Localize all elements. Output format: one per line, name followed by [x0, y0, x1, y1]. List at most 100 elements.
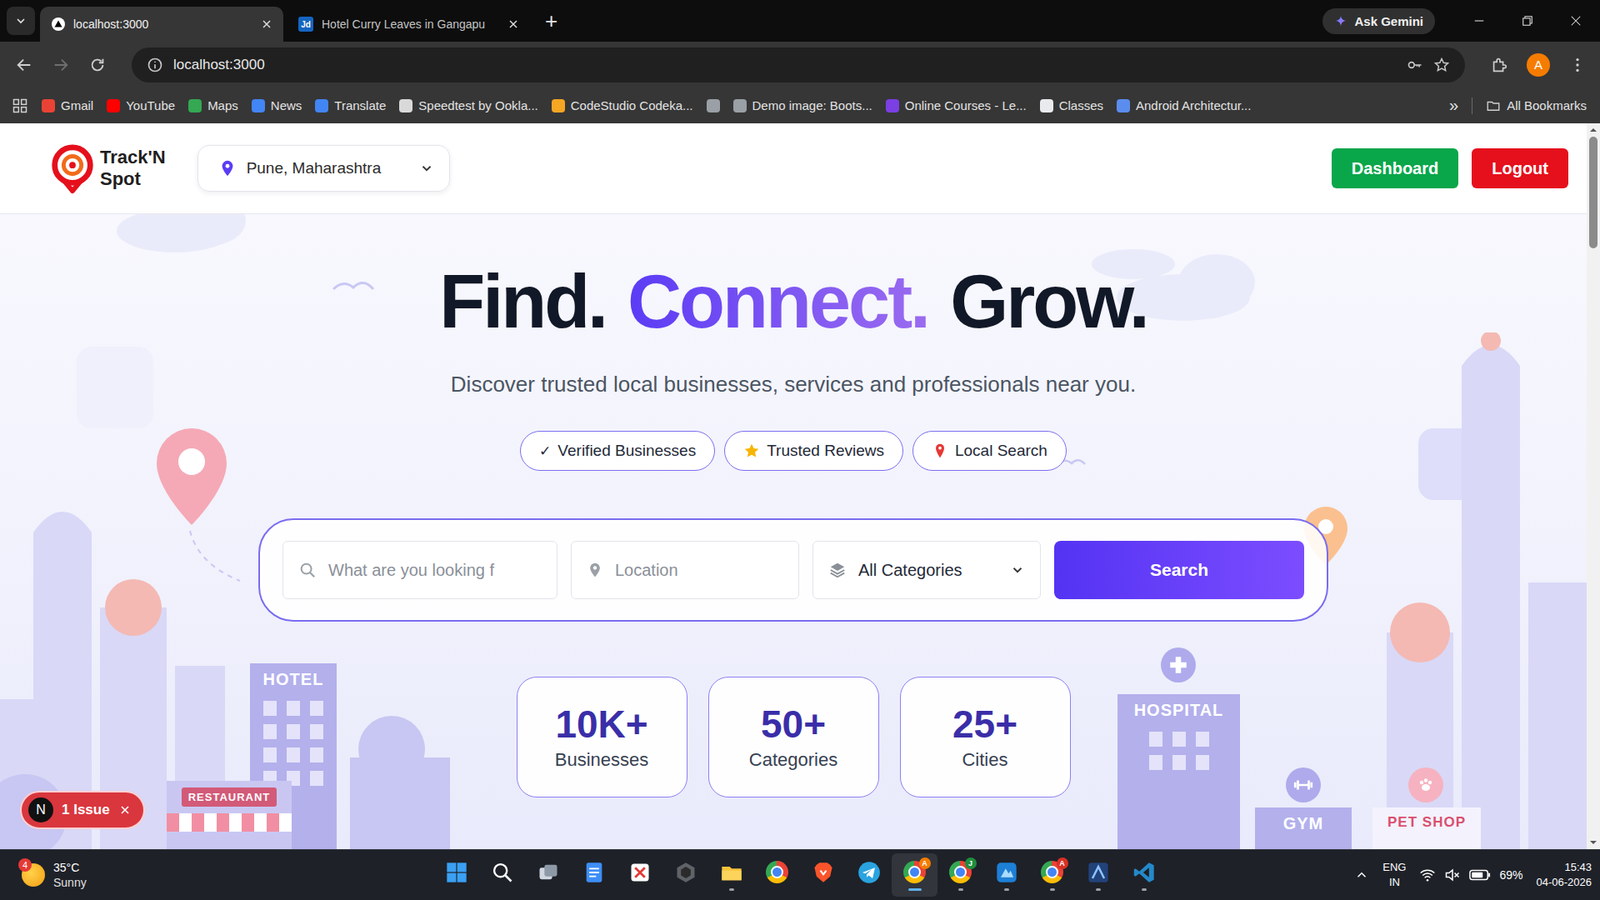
bookmark-item[interactable]: YouTube	[106, 98, 175, 113]
scroll-down-icon[interactable]	[1586, 835, 1600, 850]
app-icon	[856, 860, 882, 885]
temperature: 35°C	[53, 860, 87, 875]
close-icon[interactable]	[118, 803, 132, 817]
apps-grid-icon[interactable]	[11, 97, 29, 115]
search-query-input[interactable]: What are you looking f	[282, 540, 558, 600]
bookmark-item[interactable]: News	[251, 98, 303, 113]
taskbar-app[interactable]	[754, 853, 800, 897]
hero-section: HOTELRESTAURANTHOSPITALGYMPET SHOPFind.C…	[0, 214, 1587, 850]
close-window-button[interactable]	[1551, 0, 1600, 42]
site-info-icon[interactable]	[146, 56, 164, 74]
clock[interactable]: 15:4304-06-2026	[1536, 860, 1593, 890]
bookmark-item[interactable]: Demo image: Boots...	[733, 98, 873, 113]
forward-arrow-icon[interactable]	[51, 55, 70, 75]
taskbar-app[interactable]	[1075, 853, 1121, 897]
bookmark-favicon-icon	[399, 99, 413, 113]
profile-badge: A	[1056, 857, 1069, 870]
bookmark-favicon-icon	[315, 99, 329, 113]
taskbar-app[interactable]: A	[1029, 853, 1075, 897]
running-indicator	[729, 888, 735, 891]
blue-app-icon	[995, 860, 1019, 885]
all-bookmarks-button[interactable]: All Bookmarks	[1485, 98, 1587, 114]
title-word: Connect.	[627, 260, 929, 344]
taskbar-app[interactable]	[1120, 853, 1167, 897]
address-bar[interactable]: localhost:3000	[131, 47, 1465, 83]
category-select[interactable]: All Categories	[812, 540, 1041, 600]
chevron-up-icon[interactable]	[1354, 867, 1370, 883]
taskbar-app[interactable]	[433, 853, 480, 897]
bookmark-label: Android Architectur...	[1135, 98, 1251, 113]
weather-widget[interactable]: 435°CSunny	[0, 860, 434, 890]
brave-icon	[811, 860, 835, 885]
chip-label: Verified Businesses	[557, 441, 696, 460]
quick-settings[interactable]: 69%	[1419, 866, 1523, 884]
minimize-button[interactable]	[1455, 0, 1504, 42]
weather-text: 35°CSunny	[53, 860, 87, 890]
more-bookmarks-button[interactable]: »	[1449, 95, 1459, 115]
check-icon: ✓	[539, 442, 551, 460]
search-location-input[interactable]: Location	[570, 540, 800, 600]
ask-gemini-button[interactable]: Ask Gemini	[1322, 8, 1435, 35]
bookmark-item[interactable]: Gmail	[41, 98, 94, 113]
bookmark-star-icon[interactable]	[1433, 56, 1450, 74]
bookmark-item[interactable]: Maps	[188, 98, 239, 113]
header-button[interactable]: Dashboard	[1331, 148, 1459, 189]
taskbar-app[interactable]	[983, 853, 1030, 897]
hospital-sign: HOSPITAL	[1134, 700, 1225, 720]
close-icon[interactable]	[506, 17, 520, 31]
taskbar-app[interactable]: J	[937, 853, 984, 897]
browser-tab[interactable]: localhost:3000	[40, 6, 284, 42]
site-header: Track'NSpot Pune, Maharashtra Dashboard Log…	[0, 123, 1587, 215]
restore-button[interactable]	[1503, 0, 1552, 42]
new-tab-button[interactable]: +	[533, 10, 570, 32]
back-arrow-icon[interactable]	[15, 55, 34, 75]
search-button[interactable]: Search	[1054, 540, 1305, 600]
bookmark-item[interactable]	[706, 99, 720, 113]
close-icon[interactable]	[260, 17, 274, 31]
scroll-up-icon[interactable]	[1586, 123, 1600, 137]
taskbar-app[interactable]	[845, 853, 892, 897]
profile-avatar[interactable]: A	[1526, 53, 1550, 77]
window	[310, 724, 324, 740]
menu-dots-icon[interactable]	[1568, 55, 1587, 75]
location-selector[interactable]: Pune, Maharashtra	[197, 145, 450, 192]
language-indicator[interactable]: ENGIN	[1382, 860, 1406, 890]
taskbar-app[interactable]	[570, 853, 617, 897]
extensions-puzzle-icon[interactable]	[1490, 55, 1509, 75]
window	[286, 724, 300, 740]
browser-tab[interactable]: JdHotel Curry Leaves in Gangapu	[286, 6, 530, 42]
taskbar-app[interactable]	[479, 853, 525, 897]
taskbar-app[interactable]: A	[891, 853, 938, 897]
page-scrollbar[interactable]	[1586, 123, 1600, 850]
time: 15:43	[1564, 860, 1592, 875]
awning	[166, 813, 292, 832]
window	[263, 700, 277, 716]
logo-text: Track'NSpot	[100, 146, 166, 190]
site-logo[interactable]: Track'NSpot	[46, 142, 166, 195]
taskbar-app[interactable]	[800, 853, 846, 897]
scroll-track[interactable]	[1586, 136, 1600, 836]
dev-issues-badge[interactable]: N1 Issue	[20, 790, 145, 830]
app-icon	[627, 860, 653, 885]
star-icon	[743, 442, 760, 460]
header-button[interactable]: Logout	[1471, 148, 1569, 189]
tab-title: Hotel Curry Leaves in Gangapu	[321, 17, 499, 31]
feature-chips: ✓Verified BusinessesTrusted ReviewsLocal…	[520, 430, 1067, 471]
bookmark-item[interactable]: CodeStudio Codeka...	[551, 98, 694, 113]
bookmark-item[interactable]: Online Courses - Le...	[885, 98, 1027, 113]
bookmark-item[interactable]: Android Architectur...	[1116, 98, 1251, 113]
taskbar-app[interactable]	[525, 853, 571, 897]
chrome-icon	[765, 860, 789, 884]
tab-search-button[interactable]	[6, 6, 35, 35]
taskbar-app[interactable]	[616, 853, 663, 897]
reload-icon[interactable]	[88, 55, 107, 75]
bookmark-item[interactable]: Speedtest by Ookla...	[399, 98, 538, 113]
scroll-thumb[interactable]	[1589, 136, 1598, 249]
taskbar-app[interactable]	[662, 853, 709, 897]
bookmark-item[interactable]: Classes	[1040, 98, 1104, 113]
taskbar-app[interactable]	[708, 853, 755, 897]
profile-badge: J	[965, 857, 977, 870]
password-key-icon[interactable]	[1406, 56, 1424, 74]
bookmark-item[interactable]: Translate	[315, 98, 386, 113]
pet-shop-building: PET SHOP	[1372, 807, 1481, 850]
